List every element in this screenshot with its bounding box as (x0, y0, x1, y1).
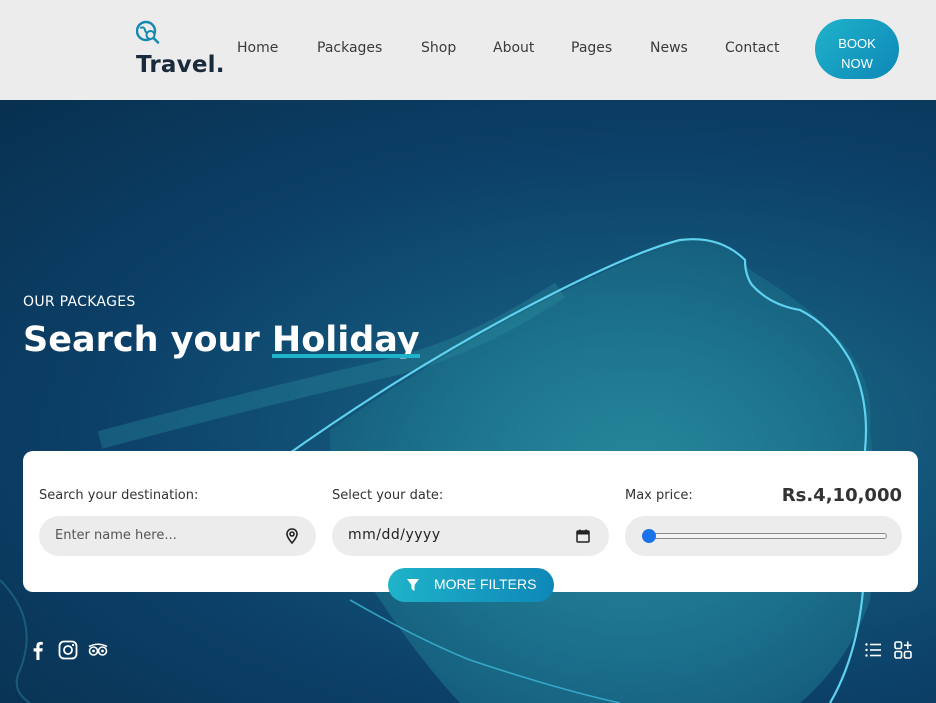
more-filters-button[interactable]: MORE FILTERS (388, 568, 554, 602)
date-label: Select your date: (332, 488, 444, 503)
logo-text: Travel. (136, 52, 225, 78)
list-view-icon[interactable] (864, 641, 882, 659)
hero-section: OUR PACKAGES Search your Holiday Search … (0, 100, 936, 703)
page-title: Search your Holiday (23, 320, 420, 360)
nav-contact[interactable]: Contact (725, 40, 779, 56)
calendar-icon[interactable] (576, 529, 590, 543)
price-slider-track[interactable] (645, 533, 887, 539)
book-now-button[interactable]: BOOK NOW (815, 19, 899, 79)
hero-background-image (0, 238, 875, 703)
nav-about[interactable]: About (493, 40, 534, 56)
price-label: Max price: (625, 488, 693, 503)
instagram-icon[interactable] (57, 639, 79, 661)
filter-icon (407, 579, 419, 591)
headline-highlight: Holiday (271, 320, 420, 360)
nav-packages[interactable]: Packages (317, 40, 382, 56)
destination-input[interactable]: Enter name here... (39, 516, 316, 556)
destination-placeholder: Enter name here... (55, 528, 177, 543)
site-header: Travel. Home Packages Shop About Pages N… (0, 0, 936, 100)
date-value: mm/dd/yyyy (348, 527, 441, 543)
section-eyebrow: OUR PACKAGES (23, 294, 136, 310)
globe-search-icon (136, 20, 160, 44)
book-now-line1: BOOK (838, 36, 876, 51)
nav-shop[interactable]: Shop (421, 40, 456, 56)
nav-home[interactable]: Home (237, 40, 278, 56)
nav-pages[interactable]: Pages (571, 40, 612, 56)
price-slider-handle[interactable] (642, 529, 656, 543)
location-pin-icon (286, 528, 298, 545)
nav-news[interactable]: News (650, 40, 688, 56)
destination-label: Search your destination: (39, 488, 199, 503)
date-input[interactable]: mm/dd/yyyy (332, 516, 609, 556)
book-now-line2: NOW (841, 56, 873, 71)
tripadvisor-icon[interactable] (87, 639, 109, 661)
facebook-icon[interactable] (27, 639, 49, 661)
grid-view-icon[interactable] (894, 641, 912, 659)
price-value: Rs.4,10,000 (781, 485, 902, 506)
price-slider-container (625, 516, 902, 556)
more-filters-label: MORE FILTERS (434, 576, 537, 592)
headline-text: Search your (23, 320, 272, 360)
